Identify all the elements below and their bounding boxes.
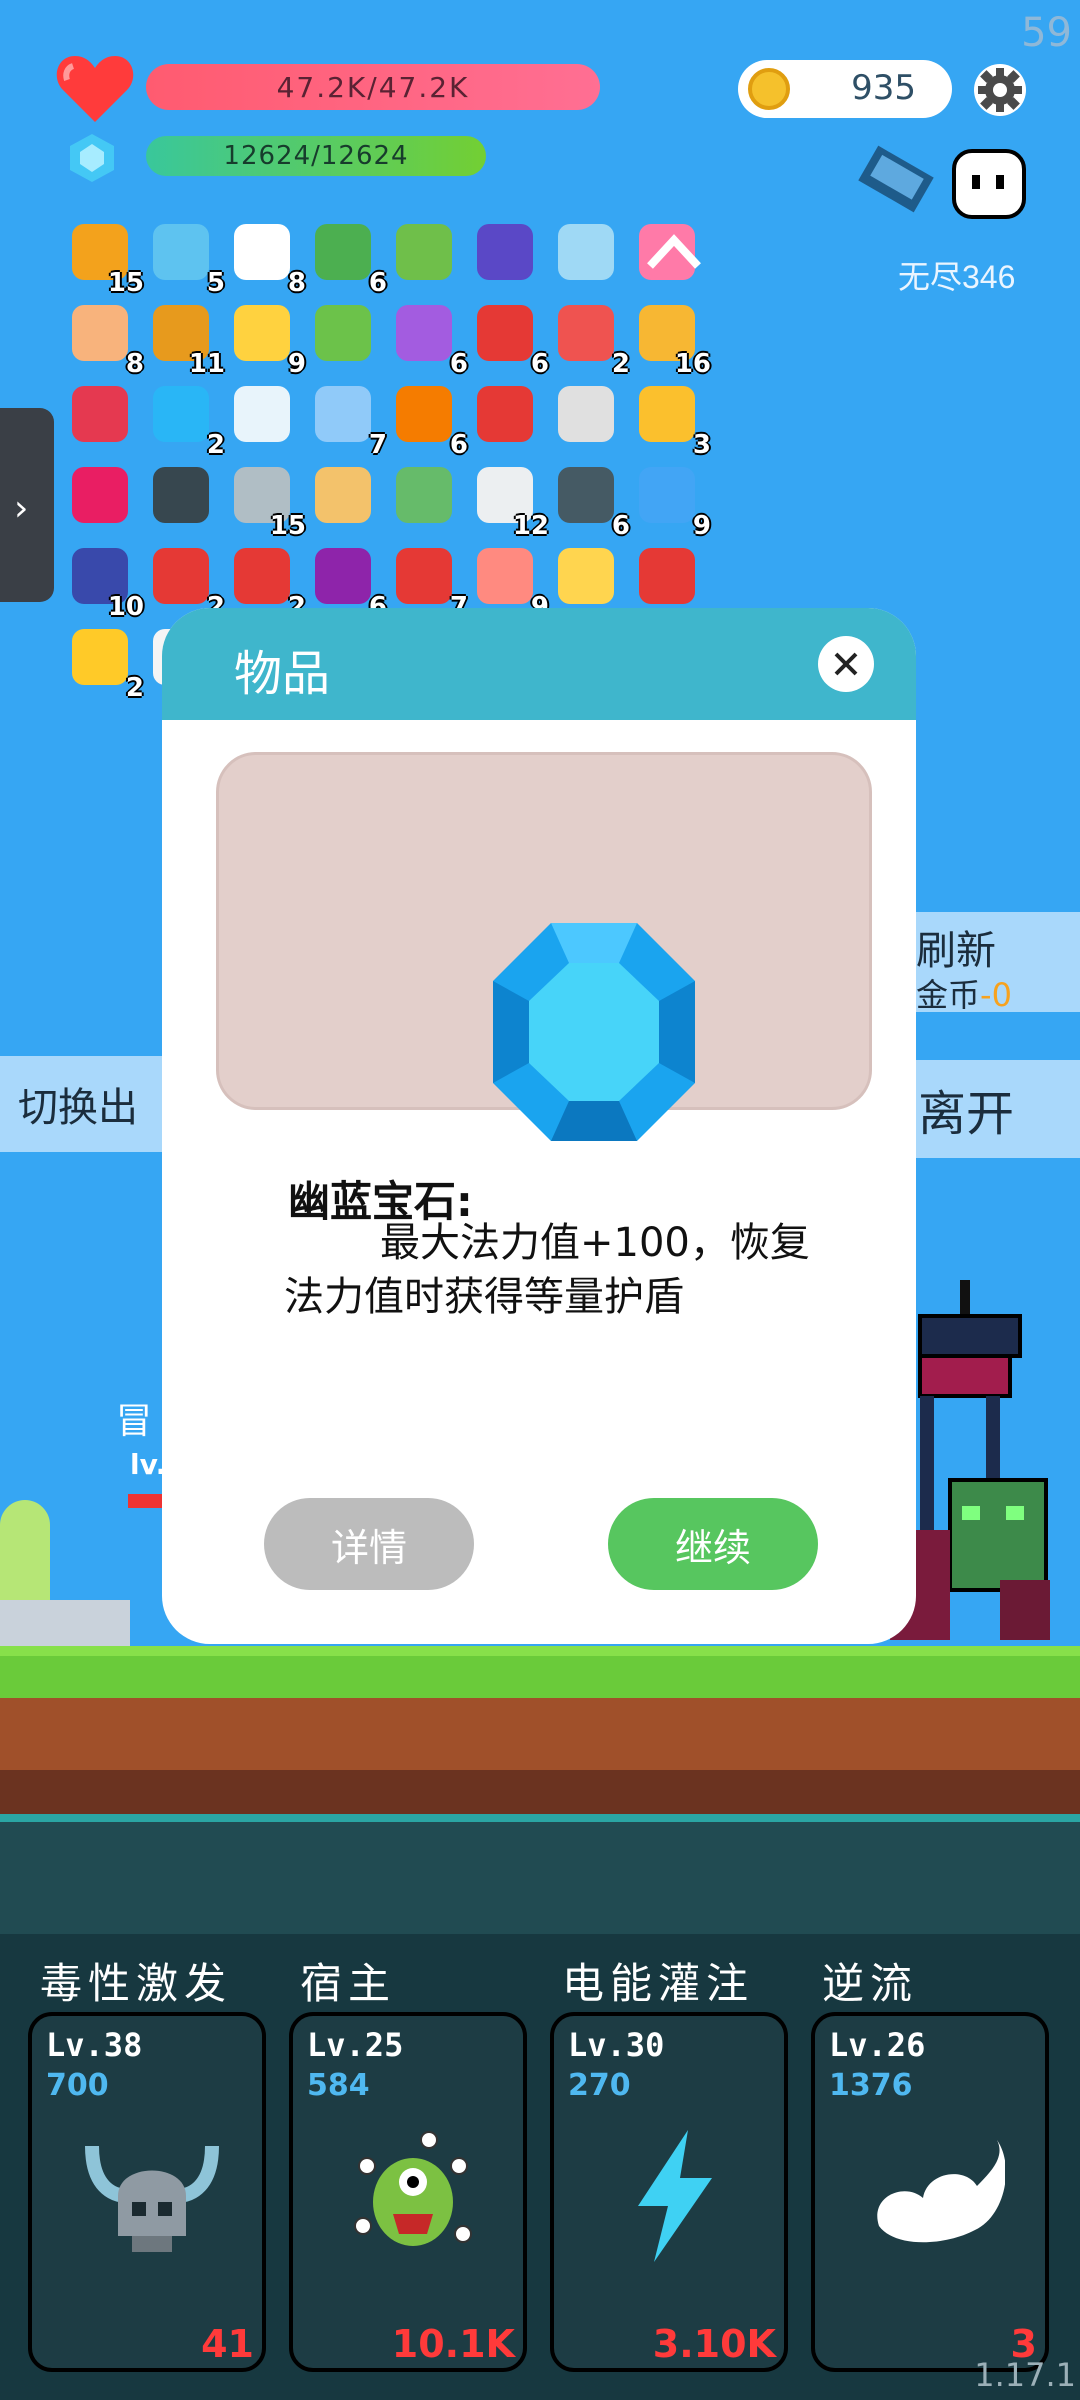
item-image-frame bbox=[216, 752, 872, 1141]
continue-button[interactable]: 继续 bbox=[608, 1498, 818, 1590]
close-button[interactable] bbox=[818, 636, 874, 692]
blue-gem-icon bbox=[493, 923, 695, 1141]
dialog-title: 物品 bbox=[234, 648, 331, 701]
item-description: 最大法力值+100，恢复法力值时获得等量护盾 bbox=[284, 1220, 810, 1320]
close-icon bbox=[834, 652, 858, 676]
version-label: 1.17.1 bbox=[974, 2356, 1076, 2394]
dialog-header: 物品 bbox=[162, 608, 916, 720]
item-dialog: 物品 幽蓝宝石: 最大法力值+100，恢复法力值时获得等量护盾 详情 继续 bbox=[162, 608, 916, 1644]
details-button[interactable]: 详情 bbox=[264, 1498, 474, 1590]
